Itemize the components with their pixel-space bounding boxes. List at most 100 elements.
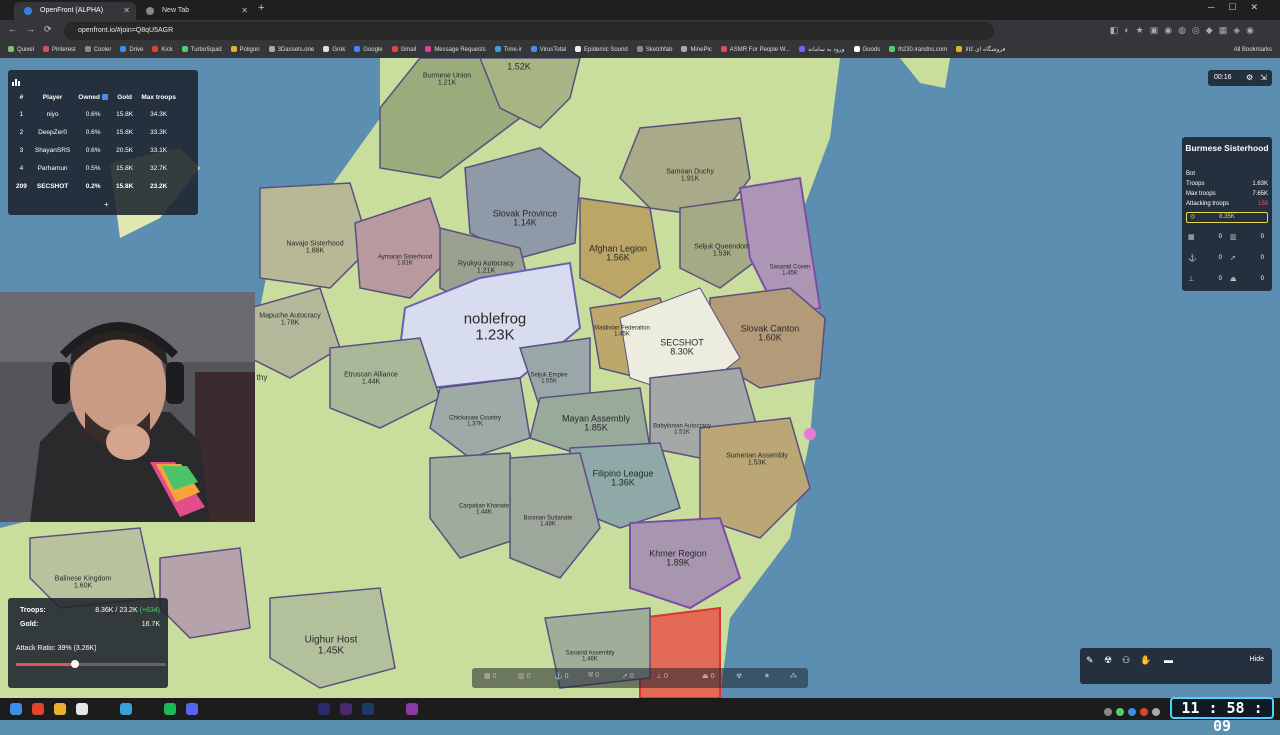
build-defense-button[interactable]: ⛨ 0	[588, 672, 599, 680]
territory-label[interactable]: Maldivian Federation 1.45K	[594, 326, 650, 339]
tab-openfront[interactable]: OpenFront (ALPHA) ✕	[14, 2, 136, 20]
territory-label[interactable]: Slovak Province 1.14K	[493, 209, 558, 229]
territory-label[interactable]: Seljuk Empire 1.55K	[530, 373, 567, 386]
territory-label[interactable]: Sumerian Assembly 1.53K	[726, 453, 788, 468]
bookmark-item[interactable]: Sketchfab	[636, 42, 672, 58]
mirv-icon[interactable]: ⁂	[790, 672, 797, 680]
territory-label[interactable]: Samoan Duchy 1.91K	[666, 169, 714, 184]
territory-label[interactable]: Mapuche Autocracy 1.78K	[259, 313, 320, 328]
leaderboard-row[interactable]: 209 SECSHOT 0.2% 15.8K 23.2K	[12, 177, 180, 195]
attack-ratio-slider[interactable]	[16, 660, 166, 668]
leaderboard-row[interactable]: 2 DeepZer0 0.6% 15.8K 33.3K	[12, 123, 180, 141]
bookmark-item[interactable]: Kick	[152, 42, 173, 58]
file-explorer-icon[interactable]	[54, 703, 66, 715]
bookmark-item[interactable]: Drive	[120, 42, 143, 58]
all-bookmarks-link[interactable]: All Bookmarks	[1234, 42, 1272, 58]
territory-label[interactable]: SECSHOT 8.30K	[660, 338, 704, 358]
app-icon[interactable]	[406, 703, 418, 715]
bookmark-item[interactable]: VirusTotal	[530, 42, 566, 58]
bookmark-item[interactable]: Pinterest	[43, 42, 76, 58]
bookmark-item[interactable]: Google	[354, 42, 383, 58]
territory-label[interactable]: Filipino League 1.36K	[592, 469, 653, 489]
build-missile-button[interactable]: ➚ 0	[622, 672, 634, 680]
bookmark-item[interactable]: Cooler	[84, 42, 111, 58]
territory-label[interactable]: 1.52K	[507, 61, 531, 71]
extension-icons[interactable]: ◧◐★▣◉◍◎◆▦◈◉	[1110, 25, 1260, 36]
build-factory-button[interactable]: ▥ 0	[518, 672, 530, 680]
territory-label[interactable]: Chickasaw Country 1.37K	[449, 416, 501, 429]
territory-label[interactable]: Sasanid Coven 1.45K	[770, 265, 811, 278]
bookmark-item[interactable]: Quixel	[8, 42, 34, 58]
territory-label[interactable]: Mayan Assembly 1.85K	[562, 414, 630, 434]
bar-chart-icon[interactable]	[12, 73, 20, 86]
tab-new[interactable]: New Tab ✕	[136, 2, 254, 20]
discord-icon[interactable]	[186, 703, 198, 715]
url-field[interactable]: openfront.io/#join=Q8qU5AGR	[64, 22, 994, 40]
chat-icon[interactable]: ▬	[1164, 655, 1173, 665]
search-icon[interactable]	[32, 703, 44, 715]
nuke-icon[interactable]: ☢	[1104, 655, 1112, 666]
after-effects-icon[interactable]	[318, 703, 330, 715]
attack-ratio-handle[interactable]	[70, 660, 79, 668]
atom-bomb-icon[interactable]: ☢	[736, 672, 742, 680]
new-tab-icon[interactable]: +	[258, 2, 264, 14]
system-tray[interactable]	[1100, 703, 1160, 721]
bookmark-item[interactable]: lh230.irandns.com	[889, 42, 947, 58]
build-city-button[interactable]: ▦ 0	[484, 672, 496, 680]
bookmark-item[interactable]: Epidemic Sound	[575, 42, 628, 58]
territory-label[interactable]: Slovak Canton 1.60K	[741, 324, 800, 344]
leaderboard-row[interactable]: 3 ShayanSRS 0.6% 20.5K 33.1K	[12, 141, 180, 159]
bookmark-item[interactable]: ورود به سامانه	[799, 42, 845, 58]
build-sam-button[interactable]: ⊥ 0	[656, 672, 668, 680]
territory-label[interactable]: Seljuk Queendom 1.53K	[694, 244, 750, 259]
handshake-icon[interactable]: ✋	[1140, 655, 1151, 666]
leaderboard-row[interactable]: 4 Parhamun 0.5% 15.8K 32.7K	[12, 159, 180, 177]
chrome-icon[interactable]	[76, 703, 88, 715]
alliance-icon[interactable]: ⚇	[1122, 655, 1130, 666]
bookmark-item[interactable]: Gmail	[391, 42, 416, 58]
territory-label[interactable]: Balinese Kingdom 1.60K	[55, 576, 111, 591]
bookmark-item[interactable]: فروشگاه ای کالا	[956, 42, 1005, 58]
territory-label[interactable]: Khmer Region 1.89K	[649, 549, 707, 569]
telegram-icon[interactable]	[120, 703, 132, 715]
territory-label[interactable]: Sasanid Assembly 1.46K	[565, 651, 614, 664]
territory-label[interactable]: Babylonian Autocracy 1.51K	[653, 424, 711, 437]
bookmark-item[interactable]: Grok	[323, 42, 345, 58]
nav-buttons[interactable]: ←→⟳	[8, 24, 61, 35]
premiere-icon[interactable]	[340, 703, 352, 715]
photoshop-icon[interactable]	[362, 703, 374, 715]
territory-label[interactable]: Bosnian Sultanate 1.48K	[524, 516, 573, 529]
bookmark-item[interactable]: MinePic	[681, 42, 712, 58]
build-warship-button[interactable]: ⏏ 0	[702, 672, 714, 680]
spotify-icon[interactable]	[164, 703, 176, 715]
bookmark-item[interactable]: 3Dassets.one	[268, 42, 314, 58]
bookmark-item[interactable]: Message Requests	[425, 42, 486, 58]
bookmark-item[interactable]: ASMR For People W...	[720, 42, 790, 58]
territory-label[interactable]: Ryukyu Autocracy 1.21K	[458, 261, 514, 276]
exit-icon[interactable]: ⇲	[1260, 70, 1267, 86]
territory-label[interactable]: Afghan Legion 1.56K	[589, 244, 647, 264]
territory-label[interactable]: Etruscan Alliance 1.44K	[344, 372, 398, 387]
window-controls[interactable]: ─☐✕	[1208, 2, 1272, 13]
territory-label[interactable]: thy	[257, 373, 268, 382]
territory-label[interactable]: noblefrog 1.23K	[464, 311, 527, 343]
bookmark-item[interactable]: TurboSquid	[181, 42, 222, 58]
territory-label[interactable]: Burmese Union 1.21K	[423, 73, 471, 88]
pencil-icon[interactable]: ✎	[1086, 655, 1094, 666]
expand-leaderboard-button[interactable]: +	[104, 200, 109, 209]
territory-label[interactable]: Navajo Sisterhood 1.88K	[286, 241, 343, 256]
close-tab-icon[interactable]: ✕	[123, 2, 130, 20]
territory-label[interactable]: Aymaran Sisterhood 1.81K	[378, 255, 432, 268]
leaderboard-header[interactable]: Owned	[74, 90, 112, 105]
sort-toggle-icon[interactable]	[101, 94, 108, 100]
hydrogen-bomb-icon[interactable]: ✷	[764, 672, 770, 680]
windows-start-icon[interactable]	[10, 703, 22, 715]
leaderboard-row[interactable]: 1 niyo 0.6% 15.8K 34.3K	[12, 105, 180, 123]
hide-button[interactable]: Hide	[1250, 656, 1264, 663]
build-port-button[interactable]: ⚓ 0	[554, 672, 569, 680]
bookmark-item[interactable]: Time.ir	[494, 42, 522, 58]
gear-icon[interactable]: ⚙	[1246, 70, 1253, 86]
bookmark-item[interactable]: Poligon	[230, 42, 260, 58]
close-tab-icon[interactable]: ✕	[241, 2, 248, 20]
territory-label[interactable]: Carpatian Khanate 1.44K	[459, 504, 509, 517]
